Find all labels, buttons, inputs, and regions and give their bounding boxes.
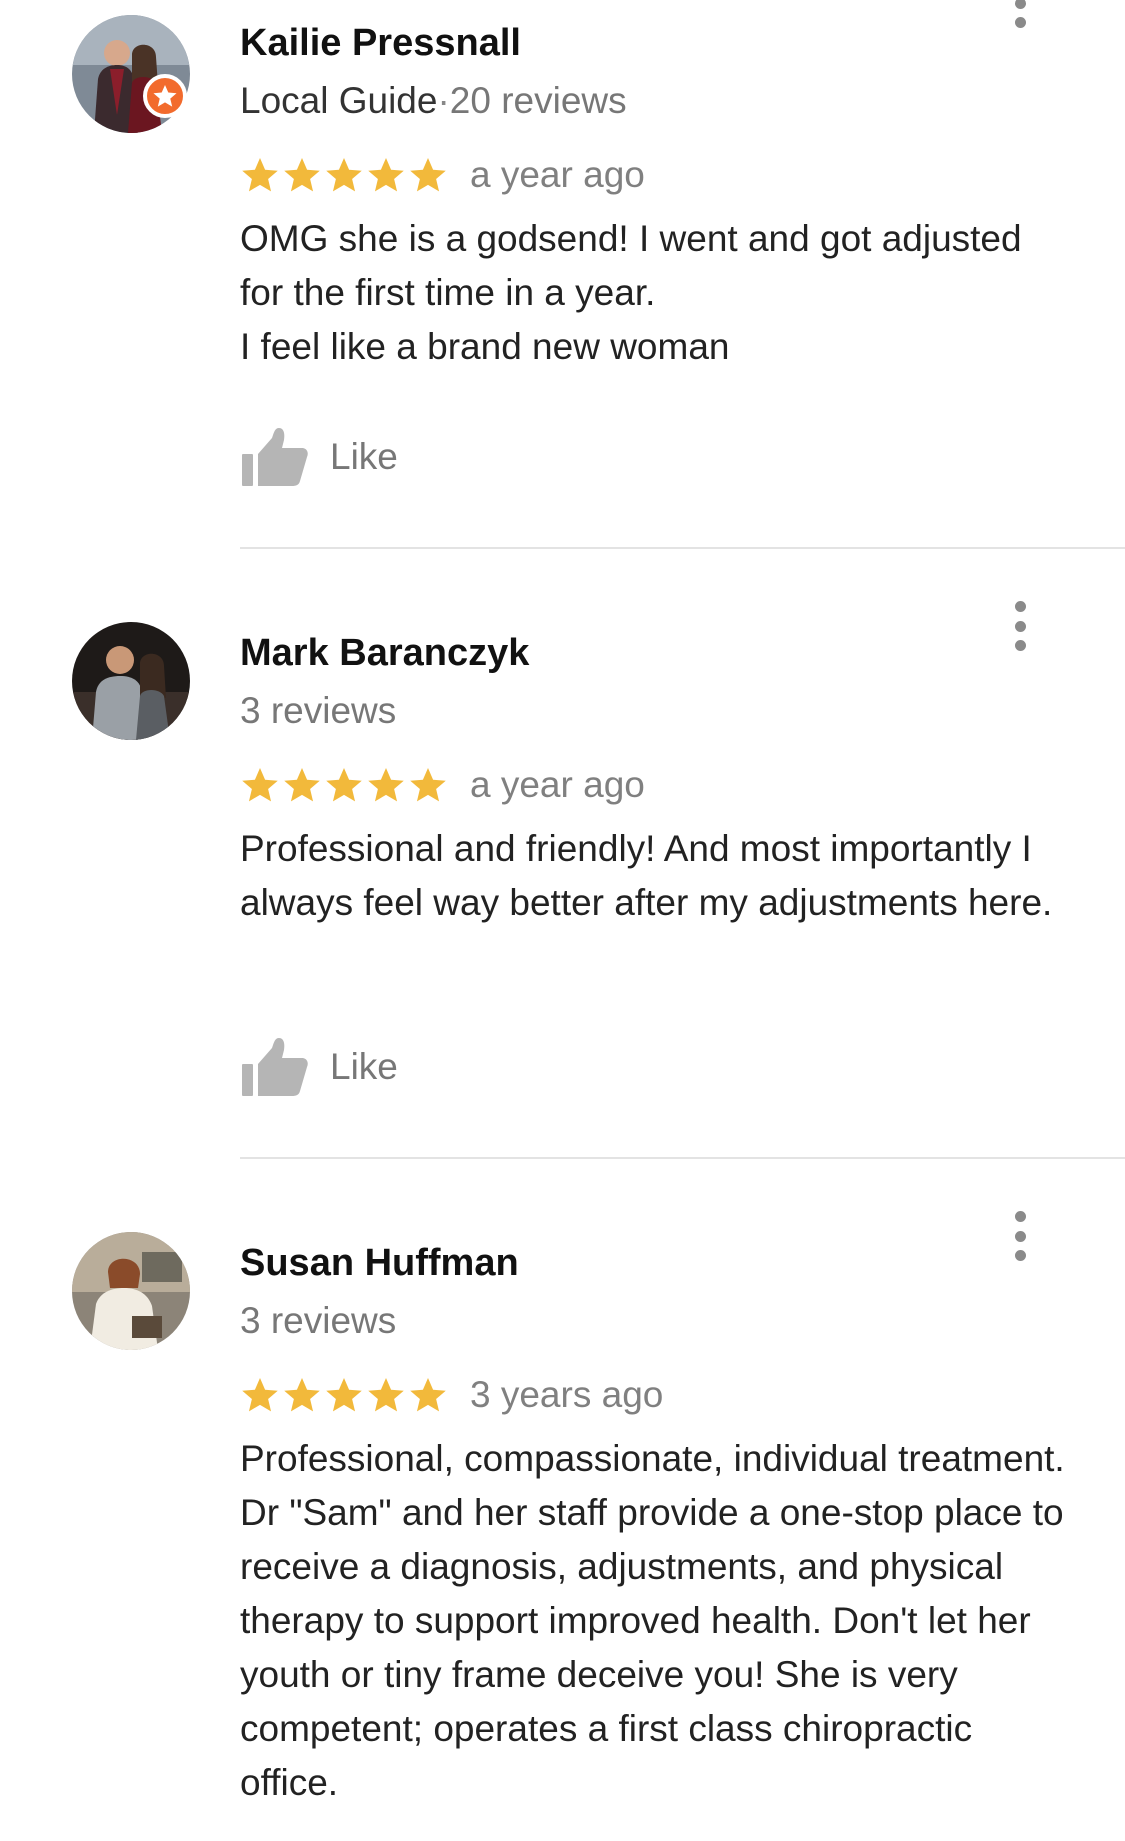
review-text: Professional and friendly! And most impo… (240, 828, 1053, 923)
reviews-count: 20 reviews (449, 80, 627, 121)
star-icon (240, 155, 280, 195)
local-guide-badge-icon (143, 74, 187, 118)
rating-row: a year ago (240, 150, 645, 200)
reviewer-avatar[interactable] (72, 1232, 190, 1350)
star-rating (240, 765, 448, 805)
like-button[interactable]: Like (240, 1032, 398, 1102)
more-options-icon[interactable] (1008, 0, 1032, 28)
thumbs-up-icon (240, 1036, 310, 1098)
review-time: 3 years ago (470, 1374, 664, 1415)
review-divider (240, 1157, 1125, 1159)
star-icon (324, 1375, 364, 1415)
star-icon (408, 155, 448, 195)
star-icon (240, 765, 280, 805)
star-icon (324, 155, 364, 195)
star-icon (408, 1375, 448, 1415)
reviews-count: 3 reviews (240, 690, 397, 731)
star-icon (408, 765, 448, 805)
rating-row: a year ago (240, 760, 645, 810)
review-text: OMG she is a godsend! I went and got adj… (240, 218, 1022, 367)
star-icon (282, 1375, 322, 1415)
star-rating (240, 155, 448, 195)
reviewer-name[interactable]: Susan Huffman (240, 1242, 519, 1285)
meta-separator: · (437, 80, 450, 121)
reviewer-name[interactable]: Kailie Pressnall (240, 22, 521, 65)
local-guide-label: Local Guide (240, 80, 438, 121)
reviewer-name[interactable]: Mark Baranczyk (240, 632, 529, 675)
star-icon (282, 155, 322, 195)
rating-row: 3 years ago (240, 1370, 663, 1420)
like-label: Like (330, 1046, 398, 1087)
reviewer-meta: Local Guide·20 reviews (240, 80, 627, 122)
star-icon (282, 765, 322, 805)
review-text: Professional, compassionate, individual … (240, 1438, 1065, 1803)
star-icon (366, 155, 406, 195)
more-options-icon[interactable] (1008, 601, 1032, 651)
review-time: a year ago (470, 154, 645, 195)
more-options-icon[interactable] (1008, 1211, 1032, 1261)
thumbs-up-icon (240, 426, 310, 488)
star-icon (240, 1375, 280, 1415)
reviews-count: 3 reviews (240, 1300, 397, 1341)
like-label: Like (330, 436, 398, 477)
reviewer-avatar[interactable] (72, 622, 190, 740)
star-icon (324, 765, 364, 805)
star-rating (240, 1375, 448, 1415)
review-time: a year ago (470, 764, 645, 805)
star-icon (366, 1375, 406, 1415)
star-icon (366, 765, 406, 805)
like-button[interactable]: Like (240, 422, 398, 492)
review-divider (240, 547, 1125, 549)
